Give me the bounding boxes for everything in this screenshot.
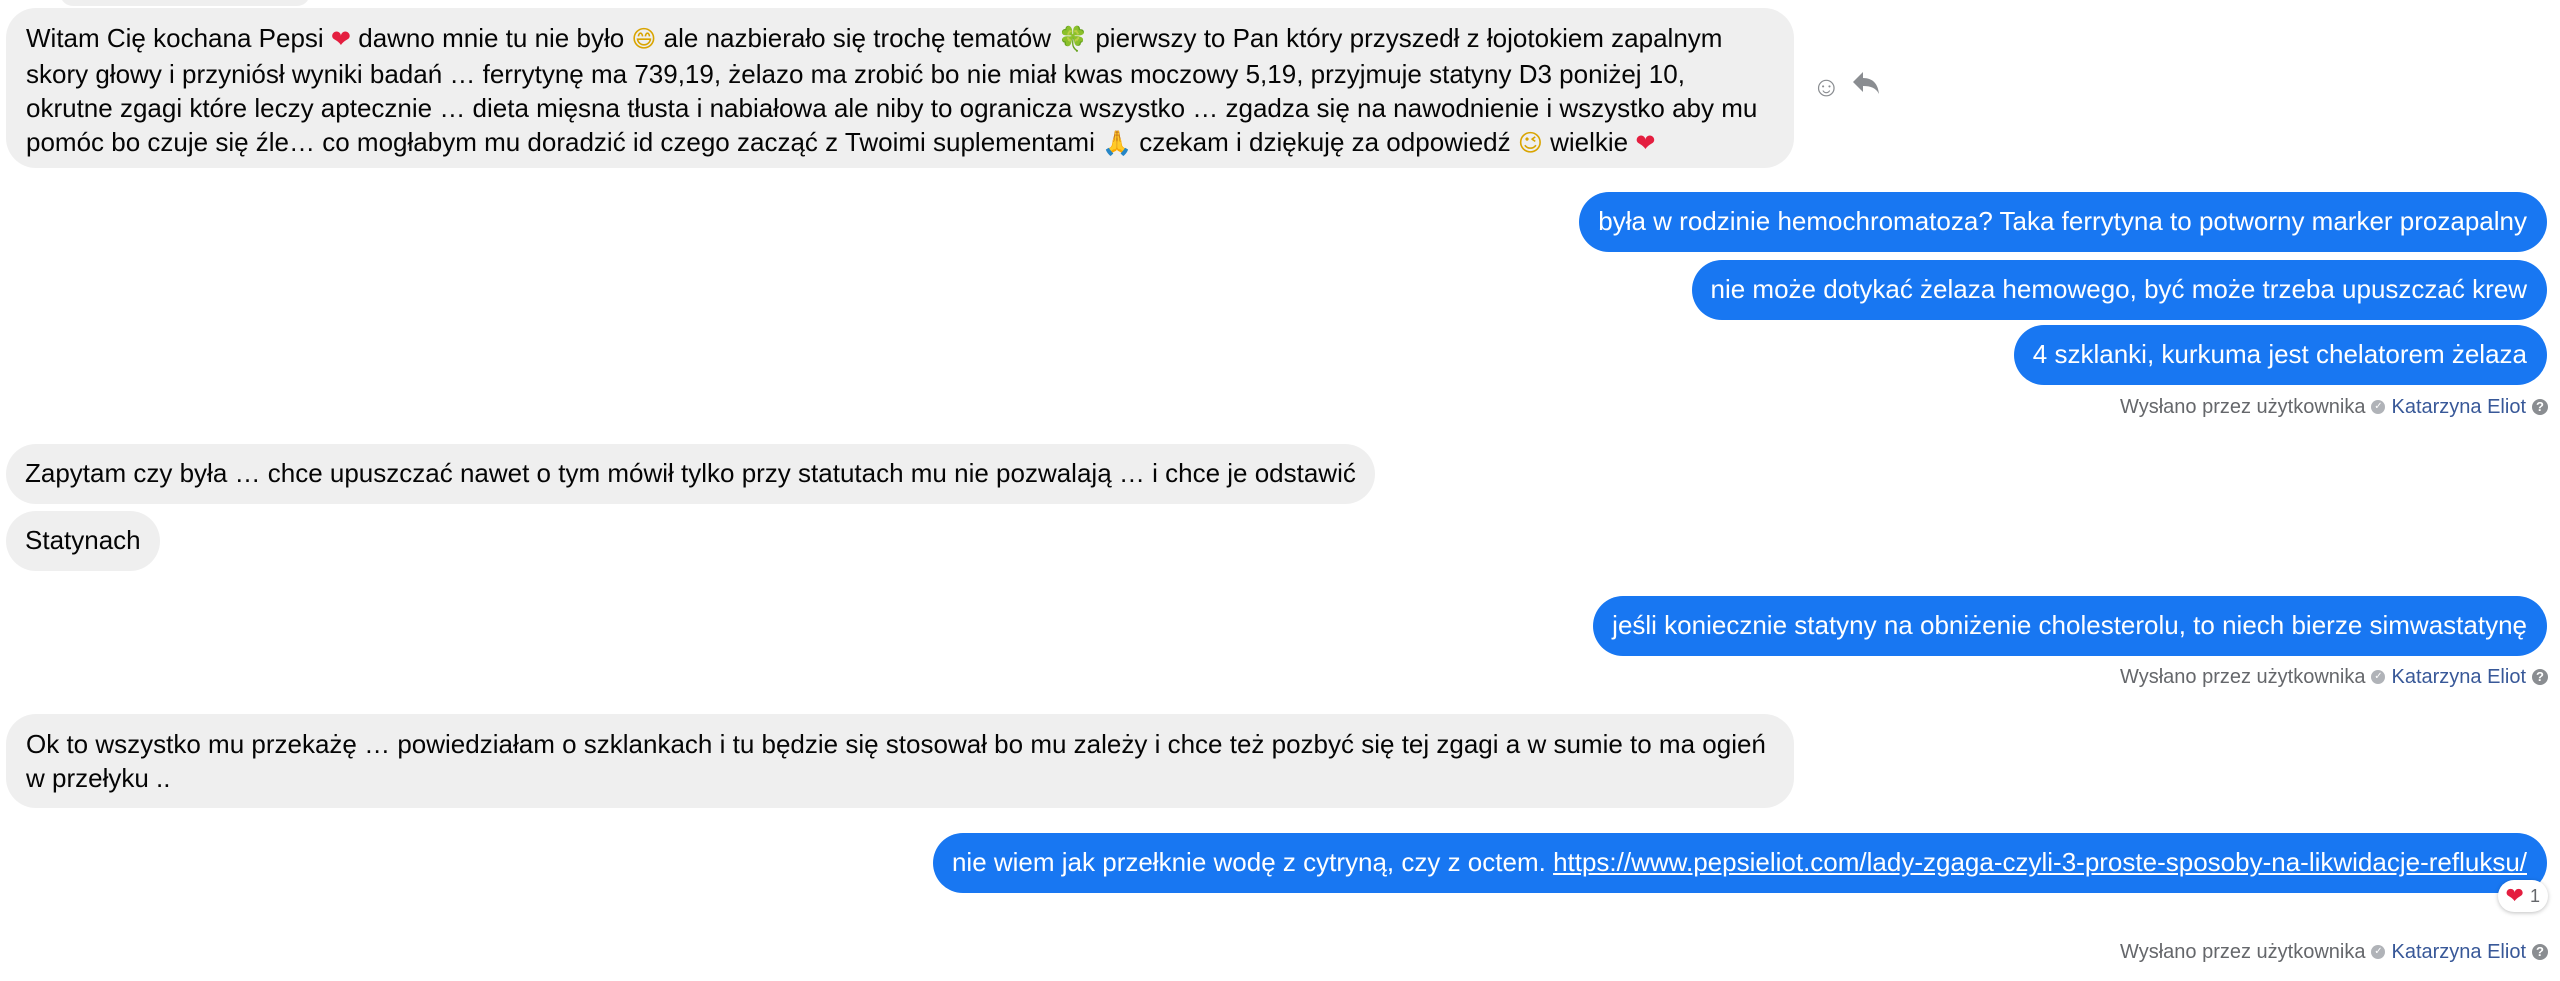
outgoing-message[interactable]: nie może dotykać żelaza hemowego, być mo… — [1691, 260, 2547, 320]
help-icon[interactable]: ? — [2532, 944, 2548, 960]
incoming-message[interactable]: Witam Cię kochana Pepsi ❤ dawno mnie tu … — [6, 8, 1794, 168]
author-link[interactable]: Katarzyna Eliot — [2391, 940, 2526, 964]
react-icon[interactable]: ☺ — [1812, 71, 1841, 103]
outgoing-message[interactable]: była w rodzinie hemochromatoza? Taka fer… — [1579, 192, 2547, 252]
heart-emoji-icon: ❤ — [1635, 130, 1656, 157]
article-link[interactable]: https://www.pepsieliot.com/lady-zgaga-cz… — [1553, 847, 2527, 877]
message-text: czekam i dziękuję za odpowiedź — [1131, 127, 1518, 157]
incoming-message[interactable]: Statynach — [6, 511, 160, 571]
sent-by-label: Wysłano przez użytkownika — [2120, 396, 2366, 418]
folded-hands-emoji-icon: 🙏 — [1102, 130, 1132, 157]
author-link[interactable]: Katarzyna Eliot — [2391, 395, 2526, 419]
grinning-face-emoji-icon: 😄 — [631, 26, 657, 53]
message-reaction[interactable]: ❤ 1 — [2497, 880, 2548, 912]
help-icon[interactable]: ? — [2532, 669, 2548, 685]
outgoing-message[interactable]: jeśli koniecznie statyny na obniżenie ch… — [1593, 596, 2547, 656]
sent-by-info: Wysłano przez użytkownika ✓ Katarzyna El… — [2120, 940, 2548, 964]
verified-check-icon: ✓ — [2371, 670, 2386, 684]
message-hover-actions: ☺ — [1812, 70, 1881, 103]
four-leaf-clover-emoji-icon: 🍀 — [1058, 26, 1089, 53]
help-icon[interactable]: ? — [2532, 399, 2548, 415]
outgoing-message[interactable]: 4 szklanki, kurkuma jest chelatorem żela… — [2013, 325, 2547, 385]
incoming-message[interactable]: Zapytam czy była … chce upuszczać nawet … — [6, 444, 1375, 504]
previous-message-edge — [60, 0, 310, 6]
outgoing-message[interactable]: nie wiem jak przełknie wodę z cytryną, c… — [932, 833, 2547, 893]
sent-by-label: Wysłano przez użytkownika — [2120, 941, 2366, 963]
message-text: wielkie — [1542, 127, 1636, 157]
sent-by-info: Wysłano przez użytkownika ✓ Katarzyna El… — [2120, 395, 2548, 419]
author-link[interactable]: Katarzyna Eliot — [2391, 665, 2526, 689]
verified-check-icon: ✓ — [2371, 400, 2386, 414]
sent-by-info: Wysłano przez użytkownika ✓ Katarzyna El… — [2120, 665, 2548, 689]
heart-reaction-icon: ❤ — [2505, 883, 2524, 908]
message-text: dawno mnie tu nie było — [351, 23, 632, 53]
reply-icon[interactable] — [1851, 70, 1881, 103]
verified-check-icon: ✓ — [2371, 945, 2386, 959]
message-text: ale nazbierało się trochę tematów — [656, 23, 1059, 53]
reaction-count: 1 — [2529, 886, 2540, 906]
message-thread: Witam Cię kochana Pepsi ❤ dawno mnie tu … — [0, 0, 2560, 981]
heart-emoji-icon: ❤ — [330, 26, 352, 53]
sent-by-label: Wysłano przez użytkownika — [2120, 666, 2366, 688]
message-text: nie wiem jak przełknie wodę z cytryną, c… — [951, 847, 1554, 877]
message-text: Witam Cię kochana Pepsi — [26, 23, 331, 53]
winking-face-emoji-icon: 😉 — [1517, 130, 1543, 157]
incoming-message[interactable]: Ok to wszystko mu przekażę … powiedziała… — [6, 714, 1794, 808]
